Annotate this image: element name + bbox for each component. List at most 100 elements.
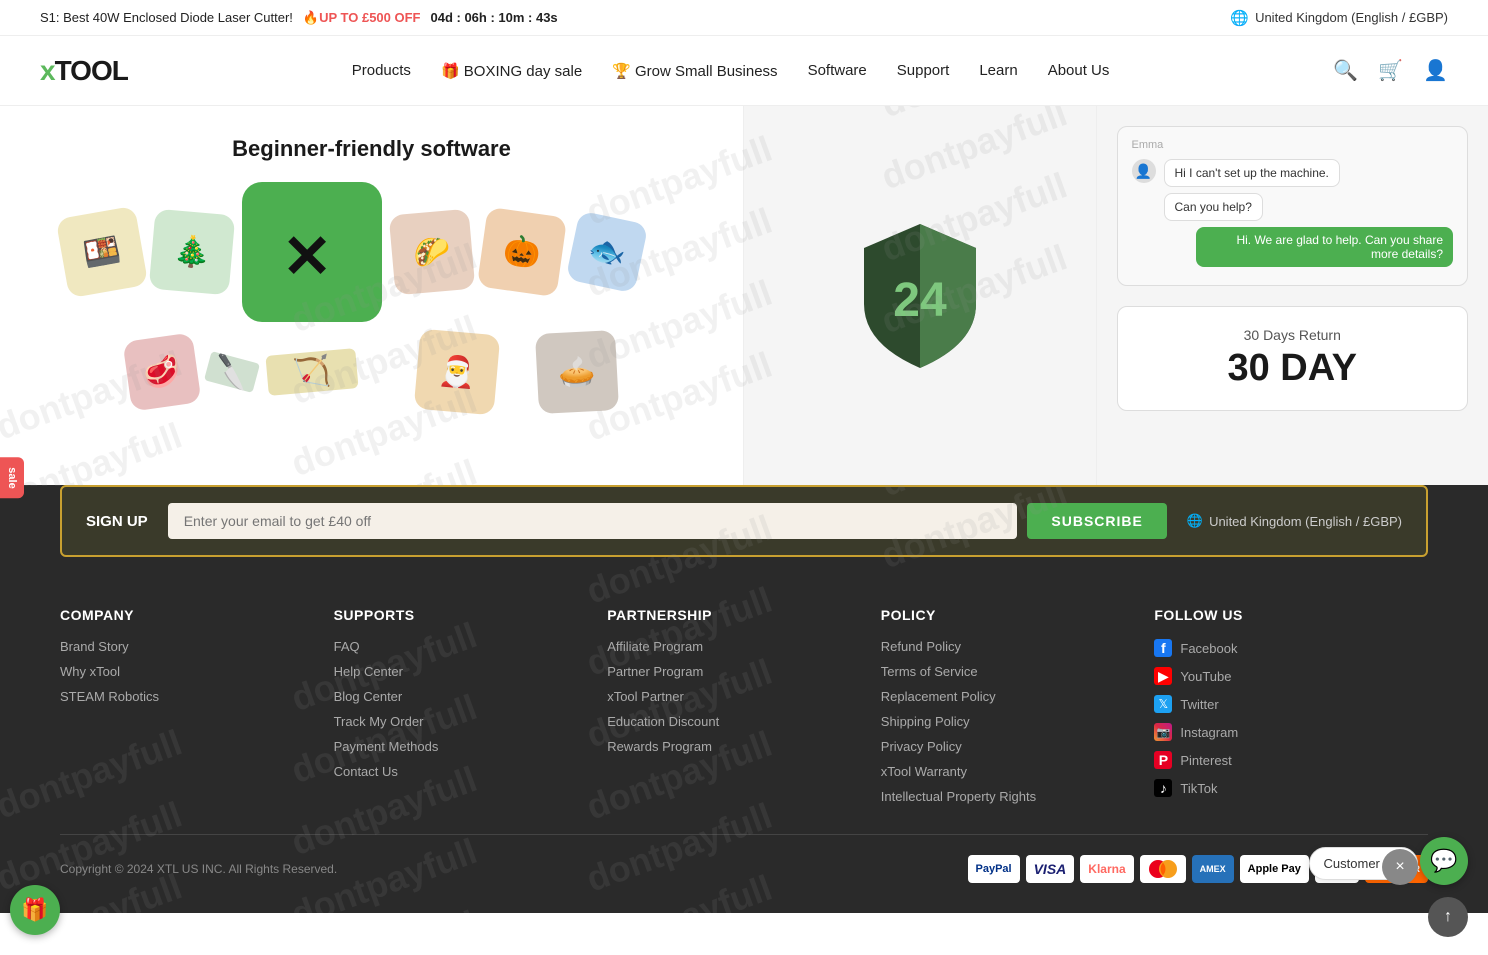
- policy-title: POLICY: [881, 607, 1135, 623]
- footer-partnership: PARTNERSHIP Affiliate Program Partner Pr…: [607, 607, 881, 814]
- close-float-button[interactable]: ×: [1382, 849, 1418, 885]
- svg-text:✕: ✕: [282, 223, 332, 290]
- link-terms[interactable]: Terms of Service: [881, 664, 1135, 679]
- gift-float-button[interactable]: 🎁: [10, 885, 60, 935]
- newsletter-form: SUBSCRIBE: [168, 503, 1167, 539]
- facebook-icon: f: [1154, 639, 1172, 657]
- footer-bottom: Copyright © 2024 XTL US INC. All Rights …: [60, 834, 1428, 883]
- software-grid: 🍱 🎄 ✕ 🌮 🎃 🐟 🥩 🔪 🏹 🎅 🥧: [52, 182, 692, 412]
- chat-avatar: 👤: [1132, 159, 1156, 183]
- chat-header: Emma: [1132, 139, 1454, 151]
- logo[interactable]: xTOOL: [40, 55, 128, 87]
- banner-promo-link[interactable]: 🔥UP TO £500 OFF: [303, 10, 421, 26]
- link-rewards[interactable]: Rewards Program: [607, 739, 861, 754]
- link-xtool-partner[interactable]: xTool Partner: [607, 689, 861, 704]
- link-faq[interactable]: FAQ: [334, 639, 588, 654]
- software-item: 🍱: [55, 206, 148, 299]
- copyright-text: Copyright © 2024 XTL US INC. All Rights …: [60, 862, 337, 876]
- amex-icon: AMEX: [1192, 855, 1234, 883]
- software-item: 🔪: [203, 351, 259, 393]
- link-affiliate[interactable]: Affiliate Program: [607, 639, 861, 654]
- footer-policy: POLICY Refund Policy Terms of Service Re…: [881, 607, 1155, 814]
- scroll-up-icon: ↑: [1444, 908, 1452, 926]
- link-education[interactable]: Education Discount: [607, 714, 861, 729]
- link-partner-program[interactable]: Partner Program: [607, 664, 861, 679]
- chat-bubble-msg1: Hi I can't set up the machine.: [1164, 159, 1340, 187]
- banner-timer: 04d : 06h : 10m : 43s: [430, 10, 557, 25]
- logo-x: x: [40, 55, 55, 86]
- link-track-order[interactable]: Track My Order: [334, 714, 588, 729]
- banner-right: 🌐 United Kingdom (English / £GBP): [1230, 9, 1448, 27]
- email-input[interactable]: [168, 503, 1018, 539]
- link-ipr[interactable]: Intellectual Property Rights: [881, 789, 1135, 804]
- nav-boxing[interactable]: 🎁 BOXING day sale: [441, 62, 582, 80]
- nav-grow[interactable]: 🏆 Grow Small Business: [612, 62, 777, 80]
- cart-button[interactable]: 🛒: [1378, 58, 1403, 83]
- youtube-icon: ▶: [1154, 667, 1172, 685]
- nav-software[interactable]: Software: [808, 62, 867, 79]
- nav-support[interactable]: Support: [897, 62, 950, 79]
- banner-promo: S1: Best 40W Enclosed Diode Laser Cutter…: [40, 10, 293, 25]
- link-steam[interactable]: STEAM Robotics: [60, 689, 314, 704]
- right-panel: Emma 👤 Hi I can't set up the machine. Ca…: [1096, 106, 1488, 486]
- svg-text:24: 24: [893, 274, 947, 327]
- scroll-up-button[interactable]: ↑: [1428, 897, 1468, 937]
- account-button[interactable]: 👤: [1423, 58, 1448, 83]
- link-why-xtool[interactable]: Why xTool: [60, 664, 314, 679]
- link-contact-us[interactable]: Contact Us: [334, 764, 588, 779]
- link-facebook[interactable]: f Facebook: [1154, 639, 1408, 657]
- shield-container: 24: [840, 216, 1000, 376]
- newsletter-bar: SIGN UP SUBSCRIBE 🌐 United Kingdom (Engl…: [60, 485, 1428, 557]
- footer-follow: FOLLOW US f Facebook ▶ YouTube 𝕏 Twitter…: [1154, 607, 1428, 814]
- link-tiktok[interactable]: ♪ TikTok: [1154, 779, 1408, 797]
- software-item-main: ✕: [242, 182, 382, 322]
- software-item: 🐟: [565, 210, 648, 293]
- software-item: 🥧: [534, 330, 618, 414]
- link-privacy[interactable]: Privacy Policy: [881, 739, 1135, 754]
- link-refund[interactable]: Refund Policy: [881, 639, 1135, 654]
- link-twitter[interactable]: 𝕏 Twitter: [1154, 695, 1408, 713]
- chat-card: Emma 👤 Hi I can't set up the machine. Ca…: [1117, 126, 1469, 286]
- footer: dontpayfulldontpayfulldontpayfulldontpay…: [0, 485, 1488, 913]
- software-item: 🌮: [388, 209, 475, 296]
- search-button[interactable]: 🔍: [1333, 58, 1358, 83]
- instagram-icon: 📷: [1154, 723, 1172, 741]
- link-help-center[interactable]: Help Center: [334, 664, 588, 679]
- link-payment-methods[interactable]: Payment Methods: [334, 739, 588, 754]
- link-pinterest[interactable]: P Pinterest: [1154, 751, 1408, 769]
- link-youtube[interactable]: ▶ YouTube: [1154, 667, 1408, 685]
- company-title: COMPANY: [60, 607, 314, 623]
- return-label: 30 Days Return: [1138, 327, 1448, 343]
- link-instagram[interactable]: 📷 Instagram: [1154, 723, 1408, 741]
- link-brand-story[interactable]: Brand Story: [60, 639, 314, 654]
- software-item: 🎃: [476, 207, 566, 297]
- close-icon: ×: [1395, 858, 1404, 876]
- pinterest-icon: P: [1154, 751, 1172, 769]
- sale-float-button[interactable]: sale: [0, 457, 24, 498]
- banner-locale[interactable]: United Kingdom (English / £GBP): [1255, 10, 1448, 25]
- signup-label: SIGN UP: [86, 513, 148, 530]
- subscribe-button[interactable]: SUBSCRIBE: [1027, 503, 1166, 539]
- link-shipping[interactable]: Shipping Policy: [881, 714, 1135, 729]
- nav-about[interactable]: About Us: [1048, 62, 1110, 79]
- software-item: 🎄: [148, 209, 235, 296]
- banner-left: S1: Best 40W Enclosed Diode Laser Cutter…: [40, 10, 558, 26]
- twitter-icon: 𝕏: [1154, 695, 1172, 713]
- chat-float-button[interactable]: 💬: [1420, 837, 1468, 885]
- klarna-icon: Klarna: [1080, 855, 1133, 883]
- link-replacement[interactable]: Replacement Policy: [881, 689, 1135, 704]
- software-item: 🏹: [265, 348, 358, 396]
- nav-products[interactable]: Products: [352, 62, 411, 79]
- gift-icon: 🎁: [21, 897, 48, 923]
- tiktok-icon: ♪: [1154, 779, 1172, 797]
- link-warranty[interactable]: xTool Warranty: [881, 764, 1135, 779]
- newsletter-locale[interactable]: 🌐 United Kingdom (English / £GBP): [1187, 513, 1402, 529]
- nav-links: Products 🎁 BOXING day sale 🏆 Grow Small …: [352, 62, 1110, 80]
- mastercard-icon: [1140, 855, 1186, 883]
- footer-columns: COMPANY Brand Story Why xTool STEAM Robo…: [60, 587, 1428, 814]
- chat-bubble-msg3: Hi. We are glad to help. Can you share m…: [1196, 227, 1453, 267]
- nav-learn[interactable]: Learn: [979, 62, 1017, 79]
- link-blog-center[interactable]: Blog Center: [334, 689, 588, 704]
- top-banner: S1: Best 40W Enclosed Diode Laser Cutter…: [0, 0, 1488, 36]
- software-item: 🥩: [122, 332, 201, 411]
